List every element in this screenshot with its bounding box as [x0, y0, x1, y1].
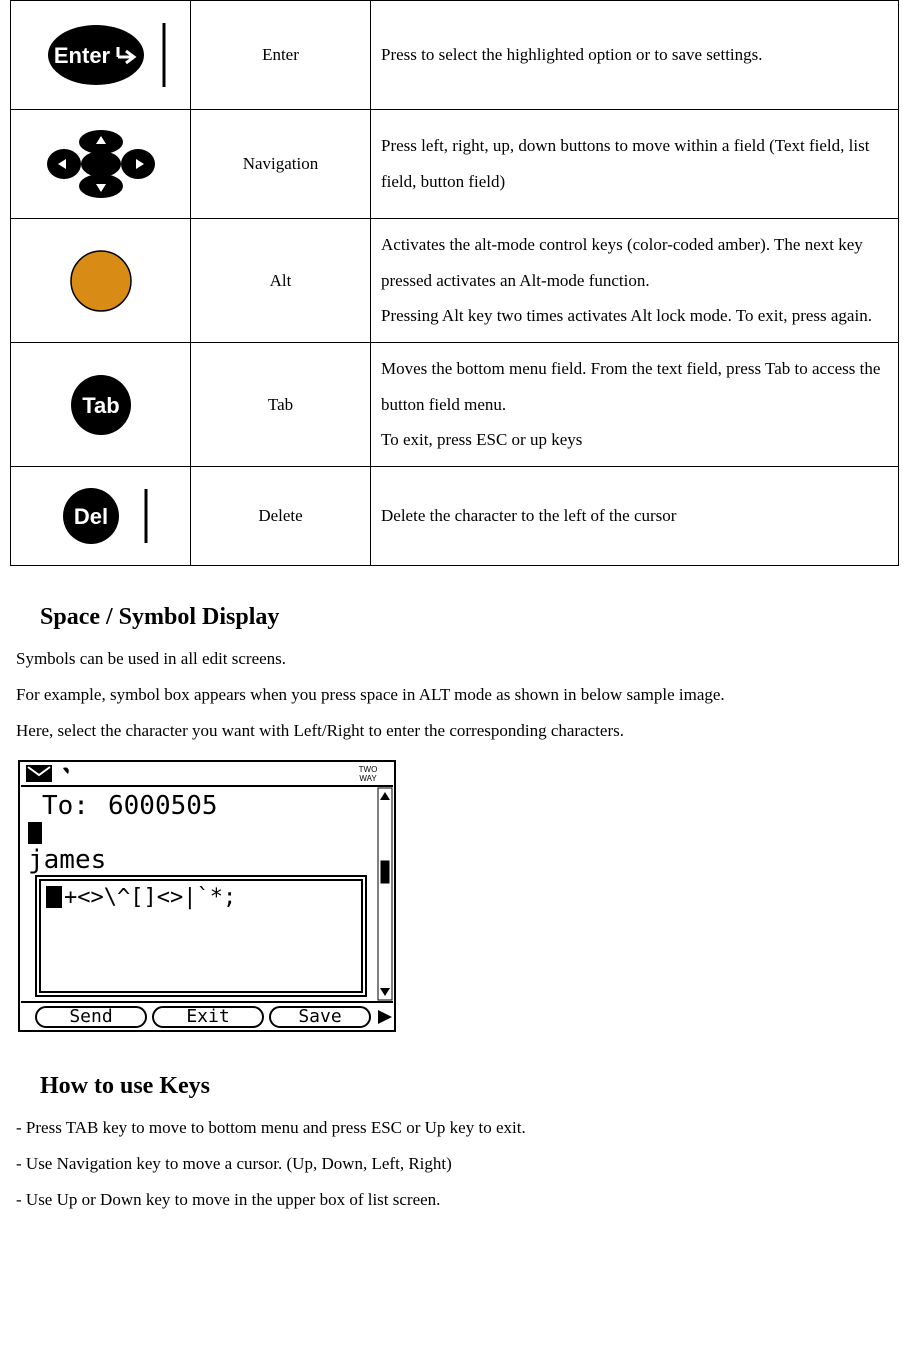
key-desc: Activates the alt-mode control keys (col… [381, 235, 872, 325]
alt-key-icon [51, 241, 151, 321]
key-desc: Press to select the highlighted option o… [381, 45, 763, 64]
device-button-exit: Exit [186, 1006, 229, 1027]
list-item: - Use Up or Down key to move in the uppe… [16, 1182, 899, 1218]
table-row: Alt Activates the alt-mode control keys … [11, 219, 899, 343]
tab-key-icon: Tab [51, 365, 151, 445]
svg-text:Tab: Tab [82, 393, 119, 418]
key-name: Tab [268, 395, 293, 414]
device-screen-figure: TWO WAY To: 6000505 james +<>\^[]<>|`*; … [18, 760, 899, 1035]
symbol-row: +<>\^[]<>|`*; [64, 885, 236, 910]
two-way-label: TWO [359, 765, 378, 774]
table-row: Del Delete Delete the character to the l… [11, 467, 899, 566]
key-name: Alt [270, 271, 292, 290]
space-symbol-paragraph: Symbols can be used in all edit screens.… [16, 641, 893, 748]
enter-key-icon: Enter [26, 15, 176, 95]
delete-key-icon: Del [36, 481, 166, 551]
key-desc: Press left, right, up, down buttons to m… [381, 136, 869, 191]
key-name: Enter [262, 45, 299, 64]
device-button-save: Save [298, 1006, 341, 1027]
svg-text:Enter: Enter [53, 43, 110, 68]
list-item: - Use Navigation key to move a cursor. (… [16, 1146, 899, 1182]
key-desc: Moves the bottom menu field. From the te… [381, 359, 880, 449]
svg-text:Del: Del [73, 504, 107, 529]
table-row: Enter Enter Press to select the highligh… [11, 1, 899, 110]
list-item: - Press TAB key to move to bottom menu a… [16, 1110, 899, 1146]
device-button-send: Send [69, 1006, 112, 1027]
key-desc: Delete the character to the left of the … [381, 506, 676, 525]
to-label: To: [42, 791, 89, 821]
table-row: Navigation Press left, right, up, down b… [11, 110, 899, 219]
how-to-use-key-list: - Press TAB key to move to bottom menu a… [16, 1110, 899, 1217]
to-value: 6000505 [108, 791, 218, 821]
key-description-table: Enter Enter Press to select the highligh… [10, 0, 899, 566]
navigation-key-icon [36, 124, 166, 204]
device-name: james [28, 845, 106, 875]
section-heading-space-symbol: Space / Symbol Display [40, 604, 899, 631]
table-row: Tab Tab Moves the bottom menu field. Fro… [11, 343, 899, 467]
section-heading-how-to-use: How to use Keys [40, 1073, 899, 1100]
key-name: Delete [258, 506, 302, 525]
key-name: Navigation [243, 154, 319, 173]
svg-text:WAY: WAY [359, 774, 377, 783]
